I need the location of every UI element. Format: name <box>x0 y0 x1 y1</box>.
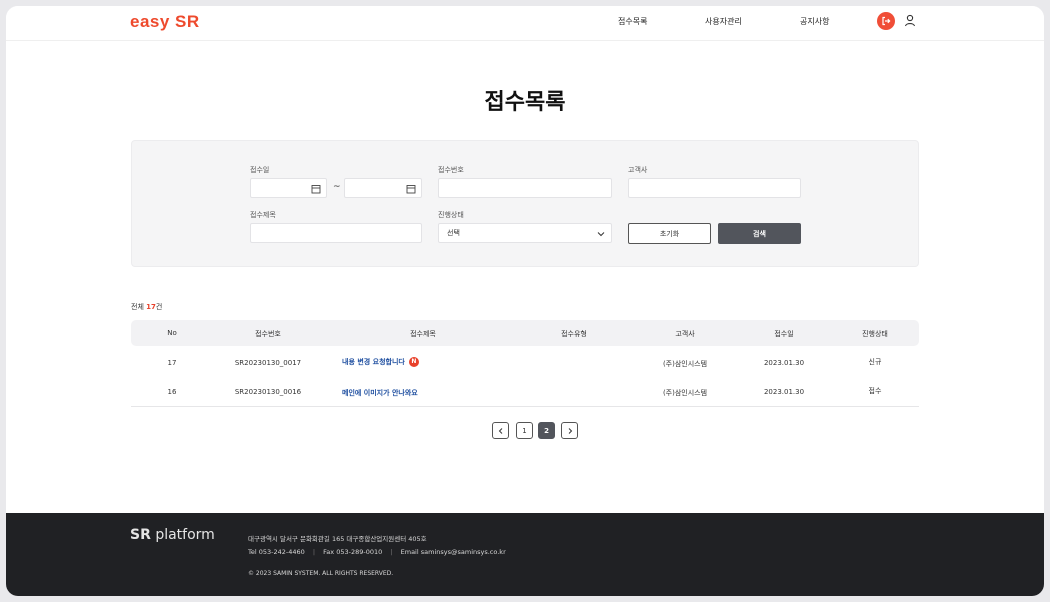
cell-receipt-no: SR20230130_0017 <box>234 359 302 367</box>
user-button[interactable] <box>903 13 917 29</box>
cell-title-text: 내용 변경 요청합니다 <box>342 358 405 366</box>
cell-title-link[interactable]: 메인에 이미지가 안나와요 <box>342 388 418 398</box>
new-badge: N <box>408 357 419 367</box>
nav-item-user-management[interactable]: 사용자관리 <box>705 16 742 27</box>
cell-date: 2023.01.30 <box>763 359 805 367</box>
app-window: easy SR 접수목록 사용자관리 공지사항 접수목록 접수일 ~ 접수번호 … <box>6 6 1044 596</box>
page-button-1[interactable]: 1 <box>516 422 533 439</box>
col-customer: 고객사 <box>675 330 695 338</box>
col-receipt-no: 접수번호 <box>255 330 281 338</box>
cell-receipt-no: SR20230130_0016 <box>234 388 302 396</box>
date-range-separator: ~ <box>333 182 341 192</box>
table-divider <box>131 406 919 407</box>
col-status: 진행상태 <box>862 330 888 338</box>
nav-item-receipt-list[interactable]: 접수목록 <box>618 16 647 27</box>
date-to-input[interactable] <box>344 178 422 198</box>
cell-status: 신규 <box>868 358 882 366</box>
customer-input[interactable] <box>628 178 801 198</box>
col-title: 접수제목 <box>410 330 436 338</box>
table-row[interactable]: 17 SR20230130_0017 내용 변경 요청합니다 N (주)삼인시스템… <box>131 348 919 377</box>
logo[interactable]: easy SR <box>130 12 200 32</box>
user-icon <box>904 14 916 27</box>
logout-icon <box>882 16 891 26</box>
fax-label: Fax <box>323 548 335 556</box>
table-row[interactable]: 16 SR20230130_0016 메인에 이미지가 안나와요 (주)삼인시스… <box>131 377 919 406</box>
total-prefix: 전체 <box>131 303 147 311</box>
cell-title-text: 메인에 이미지가 안나와요 <box>342 389 418 397</box>
total-number: 17 <box>146 303 156 311</box>
reset-button[interactable]: 초기화 <box>628 223 711 244</box>
total-suffix: 건 <box>155 303 163 311</box>
footer-address: 대구광역시 달서구 문화회관길 165 대구종합산업지원센터 405호 <box>248 535 427 543</box>
cell-date: 2023.01.30 <box>763 388 805 396</box>
cell-no: 16 <box>167 388 177 396</box>
fax-value: 053-289-0010 <box>336 548 383 556</box>
next-page-button[interactable] <box>561 422 578 439</box>
chevron-right-icon <box>568 427 572 434</box>
separator: | <box>390 548 393 556</box>
total-count: 전체 17건 <box>131 302 162 312</box>
cell-customer: (주)삼인시스템 <box>662 389 708 397</box>
tel-label: Tel <box>248 548 257 556</box>
subject-label: 접수제목 <box>250 211 276 219</box>
status-select[interactable]: 선택 <box>438 223 612 243</box>
chevron-left-icon <box>498 427 502 434</box>
search-button[interactable]: 검색 <box>718 223 801 244</box>
footer-logo: SR platform <box>130 527 215 543</box>
status-select-value: 선택 <box>447 229 460 237</box>
top-header: easy SR 접수목록 사용자관리 공지사항 <box>6 6 1044 41</box>
receipt-no-input[interactable] <box>438 178 612 198</box>
calendar-icon[interactable] <box>311 184 321 194</box>
footer-copyright: © 2023 SAMIN SYSTEM. ALL RIGHTS RESERVED… <box>248 570 394 577</box>
footer: SR platform 대구광역시 달서구 문화회관길 165 대구종합산업지원… <box>6 513 1044 596</box>
page-button-2[interactable]: 2 <box>538 422 555 439</box>
chevron-down-icon <box>597 232 605 237</box>
col-type: 접수유형 <box>561 330 587 338</box>
cell-no: 17 <box>167 359 177 367</box>
separator: | <box>312 548 316 556</box>
search-panel: 접수일 ~ 접수번호 고객사 접수제목 진행상태 선택 초기화 검색 <box>131 140 919 267</box>
subject-input[interactable] <box>250 223 422 243</box>
status-label: 진행상태 <box>438 211 464 219</box>
page-title: 접수목록 <box>484 90 566 115</box>
tel-value: 053-242-4460 <box>258 548 305 556</box>
received-date-label: 접수일 <box>250 166 270 174</box>
calendar-icon[interactable] <box>406 184 416 194</box>
footer-logo-bold: SR <box>130 527 151 543</box>
email-value[interactable]: saminsys@saminsys.co.kr <box>421 548 506 556</box>
cell-title-link[interactable]: 내용 변경 요청합니다 N <box>342 357 419 367</box>
customer-label: 고객사 <box>628 166 648 174</box>
date-from-input[interactable] <box>250 178 327 198</box>
col-date: 접수일 <box>774 330 794 338</box>
logout-button[interactable] <box>877 12 895 30</box>
footer-logo-rest: platform <box>150 527 215 543</box>
nav-item-notice[interactable]: 공지사항 <box>800 16 829 27</box>
col-no: No <box>167 329 177 337</box>
footer-contact: Tel 053-242-4460 | Fax 053-289-0010 | Em… <box>248 548 506 556</box>
table-header: No 접수번호 접수제목 접수유형 고객사 접수일 진행상태 <box>131 320 919 346</box>
email-label: Email <box>400 548 419 556</box>
cell-customer: (주)삼인시스템 <box>662 360 708 368</box>
prev-page-button[interactable] <box>492 422 509 439</box>
cell-status: 접수 <box>868 387 882 395</box>
receipt-no-label: 접수번호 <box>438 166 464 174</box>
